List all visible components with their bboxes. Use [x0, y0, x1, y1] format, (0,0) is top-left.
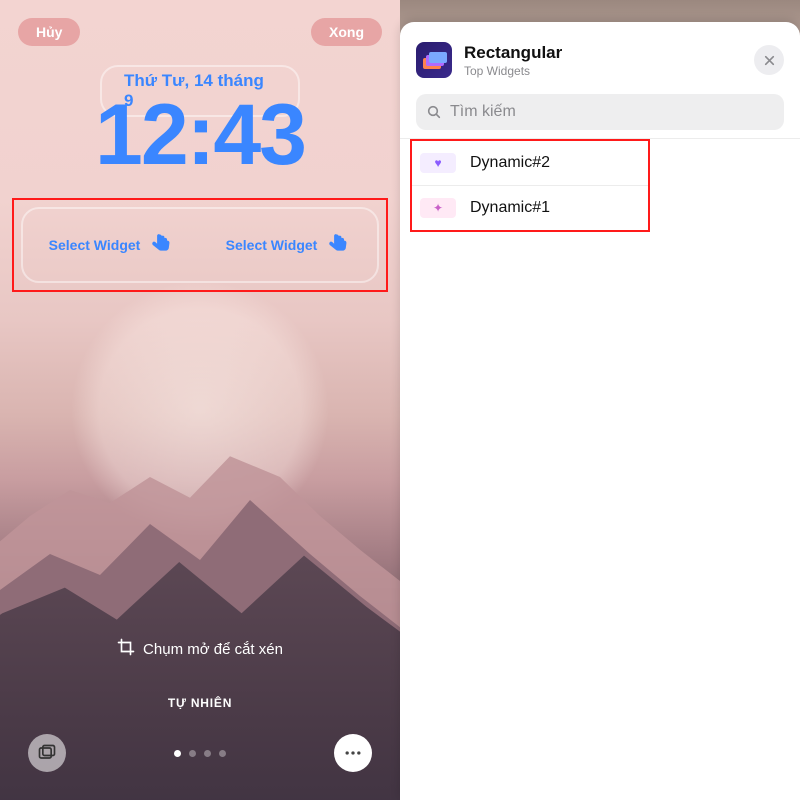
list-item[interactable]: ✦ Dynamic#1 — [412, 185, 648, 230]
photos-button[interactable] — [28, 734, 66, 772]
top-widgets-app-icon — [416, 42, 452, 78]
widget-slot-1-label: Select Widget — [49, 237, 141, 253]
widget-slot-1[interactable]: Select Widget — [23, 209, 200, 281]
widget-slot-2-label: Select Widget — [226, 237, 318, 253]
close-icon — [763, 54, 776, 67]
widget-picker-panel: Rectangular Top Widgets Tìm kiếm ♥ Dynam… — [400, 0, 800, 800]
widget-slot-2[interactable]: Select Widget — [200, 209, 377, 281]
lockscreen-editor: Hủy Xong Thứ Tư, 14 tháng 9 12:43 Select… — [0, 0, 400, 800]
crop-hint-text: Chụm mở để cắt xén — [143, 641, 283, 658]
search-placeholder: Tìm kiếm — [450, 103, 516, 121]
list-item[interactable]: ♥ Dynamic#2 — [412, 141, 648, 185]
tap-hand-icon — [325, 232, 351, 258]
sheet-title: Rectangular — [464, 43, 742, 63]
close-button[interactable] — [754, 45, 784, 75]
tap-hand-icon — [148, 232, 174, 258]
widget-thumb: ✦ — [420, 198, 456, 218]
page-dot — [219, 750, 226, 757]
list-item-label: Dynamic#1 — [470, 199, 550, 217]
widget-area-highlight: Select Widget Select Widget — [12, 198, 388, 292]
done-button[interactable]: Xong — [311, 18, 382, 46]
search-input[interactable]: Tìm kiếm — [416, 94, 784, 130]
page-indicator[interactable] — [174, 750, 226, 757]
sheet-header: Rectangular Top Widgets — [400, 32, 800, 94]
page-dot — [204, 750, 211, 757]
widget-picker-sheet: Rectangular Top Widgets Tìm kiếm ♥ Dynam… — [400, 22, 800, 800]
page-dot — [189, 750, 196, 757]
cancel-button[interactable]: Hủy — [18, 18, 80, 46]
more-options-button[interactable] — [334, 734, 372, 772]
sheet-subtitle: Top Widgets — [464, 64, 742, 78]
filter-name-label: TỰ NHIÊN — [0, 696, 400, 710]
crop-icon — [117, 638, 135, 660]
widget-thumb: ♥ — [420, 153, 456, 173]
widget-list-highlight: ♥ Dynamic#2 ✦ Dynamic#1 — [410, 139, 650, 232]
list-item-label: Dynamic#2 — [470, 154, 550, 172]
page-dot — [174, 750, 181, 757]
pinch-to-crop-hint: Chụm mở để cắt xén — [0, 638, 400, 660]
widget-list: ♥ Dynamic#2 ✦ Dynamic#1 — [400, 138, 800, 232]
bottom-toolbar — [0, 734, 400, 772]
search-icon — [426, 104, 442, 120]
widget-row[interactable]: Select Widget Select Widget — [21, 207, 379, 283]
sheet-title-block: Rectangular Top Widgets — [464, 43, 742, 78]
lockscreen-clock[interactable]: 12:43 — [0, 86, 400, 185]
